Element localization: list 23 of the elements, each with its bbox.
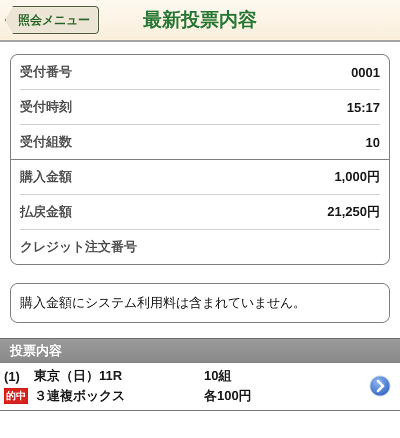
notice-text: 購入金額にシステム利用料は含まれていません。 bbox=[10, 283, 390, 323]
section-heading: 投票内容 bbox=[0, 338, 400, 362]
field-label: 受付組数 bbox=[20, 133, 72, 151]
bet-row[interactable]: (1) 東京（日）11R 10組 的中 ３連複ボックス 各100円 bbox=[0, 362, 400, 411]
field-value: 0001 bbox=[351, 64, 380, 80]
bet-type: ３連複ボックス bbox=[34, 387, 126, 405]
field-value: 15:17 bbox=[346, 100, 380, 114]
field-value: 21,250円 bbox=[327, 203, 380, 221]
bet-number: (1) bbox=[4, 368, 21, 384]
field-label: 払戻金額 bbox=[20, 203, 72, 221]
page-title: 最新投票内容 bbox=[143, 10, 257, 31]
hit-badge: 的中 bbox=[4, 388, 28, 404]
field-label: 購入金額 bbox=[20, 168, 72, 186]
combo-count: 10組 bbox=[204, 367, 232, 385]
field-label: 受付番号 bbox=[20, 63, 72, 81]
back-button[interactable]: 照会メニュー bbox=[5, 6, 99, 34]
chevron-right-icon[interactable] bbox=[369, 375, 391, 397]
field-label: クレジット注文番号 bbox=[20, 238, 137, 256]
field-value: 10 bbox=[366, 134, 380, 150]
race-name: 東京（日）11R bbox=[34, 367, 124, 385]
stake-amount: 各100円 bbox=[204, 387, 253, 405]
field-value: 1,000円 bbox=[334, 168, 380, 186]
field-label: 受付時刻 bbox=[20, 98, 72, 116]
